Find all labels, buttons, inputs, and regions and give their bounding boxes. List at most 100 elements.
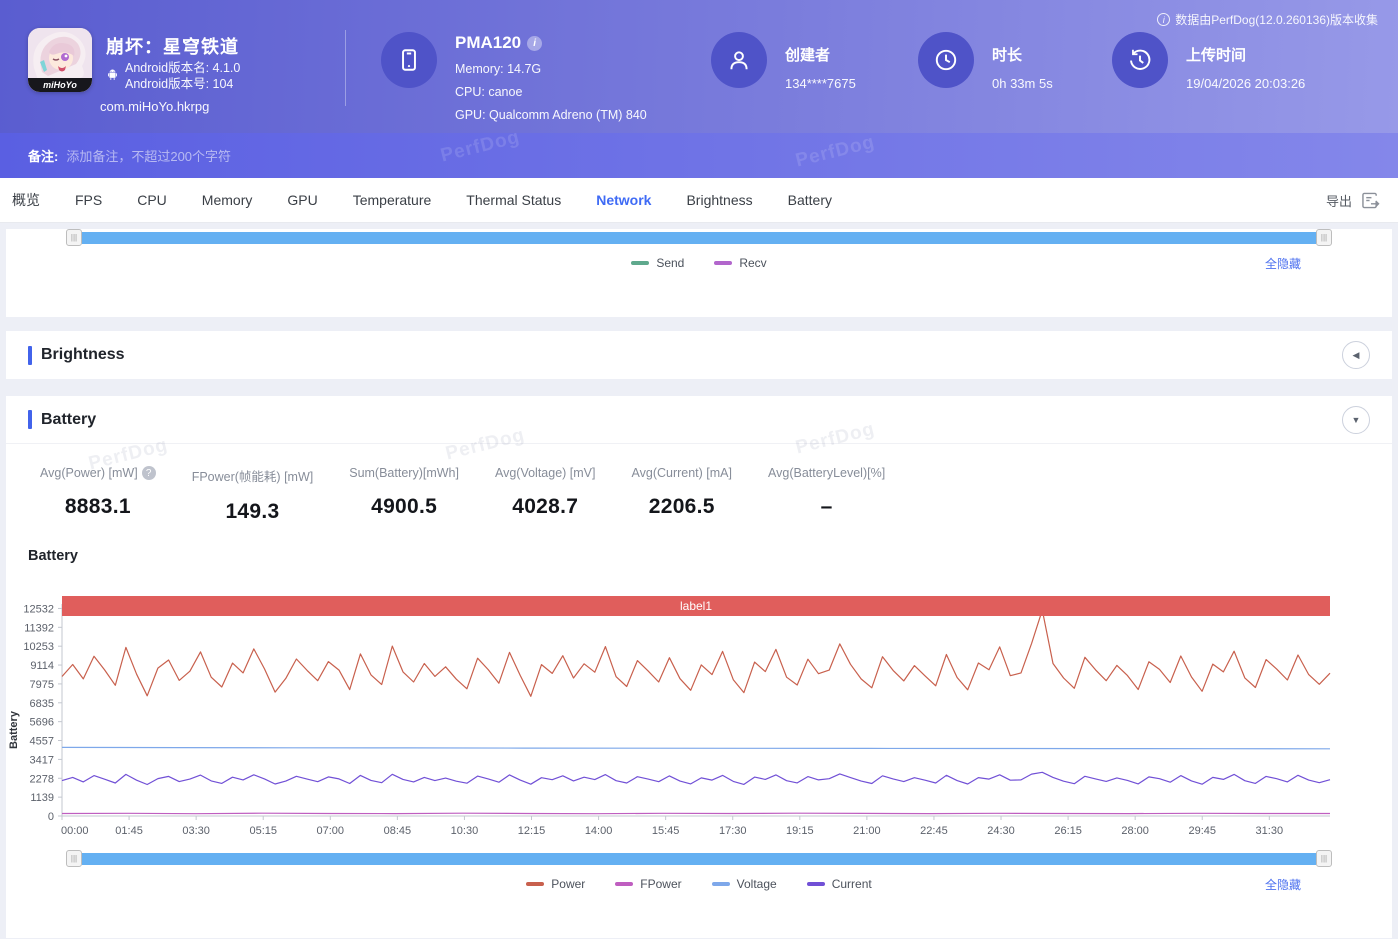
- package-name: com.miHoYo.hkrpg: [100, 99, 209, 114]
- legend-item-current[interactable]: Current: [807, 877, 872, 891]
- note-input-bar[interactable]: 备注: 添加备注，不超过200个字符 PerfDog PerfDog: [0, 133, 1398, 178]
- network-legend: Send Recv 全隐藏: [6, 255, 1392, 271]
- note-label: 备注:: [28, 146, 58, 165]
- battery-section: Battery ▼ PerfDog PerfDog PerfDog Avg(Po…: [6, 396, 1392, 938]
- android-icon: [106, 68, 119, 92]
- duration-value: 0h 33m 5s: [992, 76, 1053, 91]
- stat-value: 149.3: [192, 500, 314, 524]
- report-header: miHoYo 崩坏：星穹铁道 Android版本名: 4.1.0 Android…: [0, 0, 1398, 133]
- power-legend-swatch: [526, 882, 544, 886]
- slider-left-handle[interactable]: |||: [66, 229, 82, 246]
- slider-right-handle[interactable]: |||: [1316, 850, 1332, 867]
- tab-brightness[interactable]: Brightness: [686, 192, 752, 208]
- info-icon: i: [1157, 13, 1170, 26]
- fpower-legend-label: FPower: [640, 877, 681, 891]
- tab-gpu[interactable]: GPU: [287, 192, 317, 208]
- chart-annotation-label1[interactable]: label1: [62, 596, 1330, 616]
- tab-overview[interactable]: 概览: [12, 190, 40, 210]
- device-name: PMA120: [455, 33, 521, 53]
- fpower-legend-swatch: [615, 882, 633, 886]
- stat-label: Avg(Current) [mA]: [632, 466, 733, 480]
- upload-time-icon: [1112, 32, 1168, 88]
- battery-chart-plot[interactable]: 0113922783417455756966835797591141025311…: [6, 596, 1392, 844]
- battery-hide-all-link[interactable]: 全隐藏: [1265, 876, 1301, 893]
- header-divider: [345, 30, 346, 106]
- battery-stats-row: Avg(Power) [mW] ? 8883.1 FPower(帧能耗) [mW…: [6, 444, 1392, 524]
- svg-text:14:00: 14:00: [585, 825, 613, 837]
- brightness-section-title: Brightness: [41, 346, 125, 364]
- battery-chart: label1 Battery 0113922783417455756966835…: [6, 596, 1392, 844]
- slider-track[interactable]: [82, 853, 1316, 865]
- duration-icon: [918, 32, 974, 88]
- stat-avg-power: Avg(Power) [mW] ? 8883.1: [40, 466, 156, 519]
- recv-legend-swatch: [714, 261, 732, 265]
- svg-text:9114: 9114: [30, 660, 54, 672]
- slider-right-handle[interactable]: |||: [1316, 229, 1332, 246]
- svg-text:miHoYo: miHoYo: [43, 80, 77, 90]
- svg-text:7975: 7975: [30, 679, 54, 691]
- creator-label: 创建者: [785, 44, 830, 65]
- battery-collapse-button[interactable]: ▼: [1342, 406, 1370, 434]
- tab-cpu[interactable]: CPU: [137, 192, 167, 208]
- export-button[interactable]: 导出: [1326, 191, 1352, 210]
- legend-item-voltage[interactable]: Voltage: [712, 877, 777, 891]
- svg-text:5696: 5696: [30, 717, 54, 729]
- help-icon[interactable]: ?: [142, 466, 156, 480]
- svg-text:4557: 4557: [30, 736, 54, 748]
- section-accent-bar: [28, 346, 32, 365]
- battery-legend: Power FPower Voltage Current 全隐藏: [6, 876, 1392, 892]
- stat-value: 4028.7: [495, 495, 596, 519]
- tab-memory[interactable]: Memory: [202, 192, 253, 208]
- voltage-legend-label: Voltage: [737, 877, 777, 891]
- svg-text:15:45: 15:45: [652, 825, 680, 837]
- section-accent-bar: [28, 410, 32, 429]
- svg-text:10:30: 10:30: [451, 825, 479, 837]
- battery-range-slider: ||| |||: [66, 850, 1332, 867]
- svg-text:22:45: 22:45: [920, 825, 948, 837]
- svg-text:0: 0: [48, 811, 54, 823]
- watermark: PerfDog: [439, 127, 523, 168]
- tab-network[interactable]: Network: [596, 192, 651, 208]
- tab-battery[interactable]: Battery: [788, 192, 832, 208]
- export-icon[interactable]: [1361, 192, 1380, 209]
- legend-item-send[interactable]: Send: [631, 256, 684, 270]
- svg-text:17:30: 17:30: [719, 825, 747, 837]
- tab-temperature[interactable]: Temperature: [353, 192, 432, 208]
- stat-value: 2206.5: [632, 495, 733, 519]
- device-info-icon[interactable]: i: [527, 36, 542, 51]
- stat-value: 8883.1: [40, 495, 156, 519]
- upload-time-label: 上传时间: [1186, 44, 1246, 65]
- svg-text:29:45: 29:45: [1188, 825, 1216, 837]
- svg-text:11392: 11392: [24, 622, 54, 634]
- svg-text:6835: 6835: [30, 698, 54, 710]
- legend-item-fpower[interactable]: FPower: [615, 877, 681, 891]
- device-cpu: CPU: canoe: [455, 85, 647, 99]
- svg-text:2278: 2278: [30, 773, 54, 785]
- stat-value: 4900.5: [349, 495, 459, 519]
- tab-bar: 概览 FPS CPU Memory GPU Temperature Therma…: [0, 178, 1398, 223]
- slider-left-handle[interactable]: |||: [66, 850, 82, 867]
- network-range-slider: ||| |||: [66, 229, 1332, 246]
- brightness-expand-button[interactable]: ◀: [1342, 341, 1370, 369]
- tab-thermal-status[interactable]: Thermal Status: [466, 192, 561, 208]
- upload-time-value: 19/04/2026 20:03:26: [1186, 76, 1305, 91]
- legend-item-recv[interactable]: Recv: [714, 256, 766, 270]
- svg-text:12532: 12532: [23, 603, 54, 615]
- tab-fps[interactable]: FPS: [75, 192, 102, 208]
- svg-text:08:45: 08:45: [384, 825, 412, 837]
- svg-text:01:45: 01:45: [115, 825, 143, 837]
- svg-text:26:15: 26:15: [1054, 825, 1082, 837]
- brightness-section: Brightness ◀: [6, 331, 1392, 379]
- creator-icon: [711, 32, 767, 88]
- device-name-row: PMA120 i: [455, 33, 647, 53]
- network-section: ||| ||| Send Recv 全隐藏: [6, 229, 1392, 317]
- legend-item-power[interactable]: Power: [526, 877, 585, 891]
- stat-label: FPower(帧能耗) [mW]: [192, 466, 314, 485]
- svg-text:1139: 1139: [30, 792, 54, 804]
- network-hide-all-link[interactable]: 全隐藏: [1265, 255, 1301, 272]
- svg-text:03:30: 03:30: [182, 825, 210, 837]
- battery-chart-title: Battery: [28, 548, 1392, 564]
- slider-track[interactable]: [82, 232, 1316, 244]
- stat-sum-battery: Sum(Battery)[mWh] 4900.5: [349, 466, 459, 519]
- stat-fpower: FPower(帧能耗) [mW] 149.3: [192, 466, 314, 524]
